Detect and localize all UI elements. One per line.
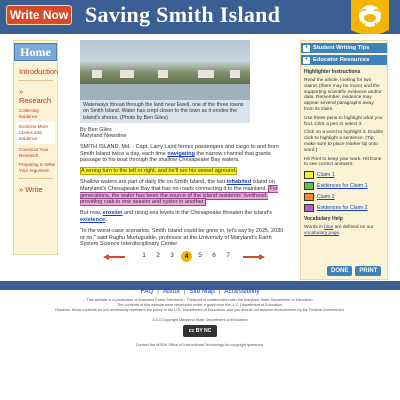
paragraph-text: Shallow waters are part of daily life on… [80,179,227,186]
highlighted-claim[interactable]: A wrong turn to the left or right, and h… [80,167,238,176]
byline-org: Maryland Newsline [80,133,127,140]
highlighter-pen-icon[interactable] [304,182,314,191]
nav-examine-more-claims[interactable]: Examine More Claims and Evidence [16,122,55,144]
instructions-text: Read the article, looking for two claims… [304,78,382,112]
nav-collecting-evidence[interactable]: Collecting Evidence [14,105,57,120]
pen-claim-2[interactable]: Claim 2 [304,193,387,202]
pen-label[interactable]: Claim 2 [317,194,335,200]
article-paragraph[interactable]: But now, erosion and rising sea levels i… [80,210,285,224]
nav-construct-research[interactable]: Construct Your Research [14,144,57,159]
vocab-word-existence[interactable]: existence [80,217,105,223]
highlighter-pen-icon[interactable] [304,193,314,202]
faq-link[interactable]: FAQ [140,288,153,295]
instructions-text: Use these pens to highlight what you fin… [304,115,383,127]
next-arrow-icon[interactable] [243,254,265,260]
pagination: 1 2 3 4 5 6 7 [77,251,293,265]
nav-preparing-argument[interactable]: Preparing to Write Your Argument [14,159,57,174]
article-photo [80,40,250,100]
instructions-text: Click on a word to highlight it. Double … [304,130,383,153]
creative-commons-logo[interactable]: cc BY NC [183,325,217,337]
nav-research[interactable]: » Research [14,81,57,105]
highlighter-pen-icon[interactable] [304,204,314,213]
photo-house [230,70,240,78]
write-now-logo[interactable]: Write Now [6,5,72,25]
vocab-text-part: Words in [304,225,325,231]
print-button[interactable]: PRINT [355,266,382,276]
pen-label[interactable]: Claim 1 [317,172,335,178]
photo-house [158,70,168,78]
pen-evidence-1[interactable]: Evidences for Claim 1 [304,182,387,191]
vocab-text-part: . [339,230,341,236]
footer-line: However, those contents do not necessari… [55,308,345,312]
separator: | [218,288,221,295]
pen-claim-1[interactable]: Claim 1 [304,171,387,180]
page-number[interactable]: 5 [195,252,205,259]
photo-caption: Waterways thread through the land near E… [80,100,250,123]
home-button[interactable]: Home [14,43,57,61]
photo-house [120,70,134,78]
article-paragraph[interactable]: "In the worst-case scenarios, Smith Isla… [80,228,285,248]
vocab-blue-word: blue [324,225,334,231]
nav-introduction[interactable]: Introduction [14,61,58,76]
page-number[interactable]: 2 [153,252,163,259]
article-content: Waterways thread through the land near E… [77,40,293,280]
separator: | [157,288,159,295]
highlighter-pen-icon[interactable] [304,171,314,180]
left-navigation: Home Introduction » Research Collecting … [13,40,58,255]
tab-student-writing-tips[interactable]: + Student Writing Tips [301,43,387,53]
pen-label[interactable]: Evidences for Claim 1 [317,183,367,189]
nav-write-label: Write [25,185,43,194]
nav-write[interactable]: » Write [14,179,57,194]
pen-label[interactable]: Evidences for Claim 2 [317,205,367,211]
accessibility-link[interactable]: Accessibility [224,288,259,295]
copyright-text: 2013 Copyright Maryland State Department… [152,318,248,322]
page-number[interactable]: 6 [209,252,219,259]
article-paragraph[interactable]: A wrong turn to the left or right, and h… [80,167,285,176]
tab-label: Educator Resources [313,57,370,63]
panel-buttons: DONE PRINT [327,266,382,276]
separator: | [183,288,186,295]
prev-arrow-icon[interactable] [103,254,125,260]
vocab-word-inhabited[interactable]: inhabited [227,179,251,185]
footer-nav: FAQ | About | Site Map | Accessibility [0,288,400,295]
paragraph-text: . [105,217,107,224]
vocab-text-part: are defined on our [333,225,374,231]
photo-house [92,70,102,78]
vocab-text: Words in blue are defined on our vocabul… [304,225,384,237]
about-link[interactable]: About [163,288,180,295]
page-title: Saving Smith Island [85,2,281,27]
done-button[interactable]: DONE [327,266,353,276]
tab-educator-resources[interactable]: + Educator Resources [301,55,387,65]
plus-icon: + [303,57,310,64]
article-paragraph[interactable]: SMITH ISLAND, Md. - Capt. Larry Laird fe… [80,144,285,164]
highlighter-panel: + Student Writing Tips + Educator Resource… [300,40,388,280]
tab-label: Student Writing Tips [313,45,370,51]
instructions-text: Hit Print to keep your work. Hit Done to… [304,156,382,168]
page-number[interactable]: 7 [223,252,233,259]
instructions-heading: Highlighter Instructions [304,69,361,75]
plus-icon: + [303,45,310,52]
vocab-word-navigating[interactable]: navigating [167,151,195,157]
crab-icon [351,0,389,34]
page-number[interactable]: 1 [139,252,149,259]
paragraph-text: But now, [80,210,103,217]
footer-legal: This website is a production of Maryland… [40,298,360,313]
sitemap-link[interactable]: Site Map [189,288,215,295]
byline: By Ben Giles Maryland Newsline [80,127,293,140]
vocab-word-erosion[interactable]: erosion [103,210,123,216]
pen-evidence-2[interactable]: Evidences for Claim 2 [304,204,387,213]
site-header: Write Now Saving Smith Island [0,0,400,34]
page-number-current[interactable]: 4 [181,251,192,262]
page-number[interactable]: 3 [167,252,177,259]
photo-water [80,84,250,100]
article-paragraph[interactable]: Shallow waters are part of daily life on… [80,179,285,207]
vocab-heading: Vocabulary Help [304,216,343,223]
paragraph-text: and rising sea levels in the Chesapeake … [122,210,272,217]
contact-text: Contact the MSDE Office of Instructional… [135,343,265,347]
photo-house [198,70,214,78]
nav-research-label: Research [19,96,52,105]
vocabulary-page-link[interactable]: vocabulary page [304,231,339,236]
